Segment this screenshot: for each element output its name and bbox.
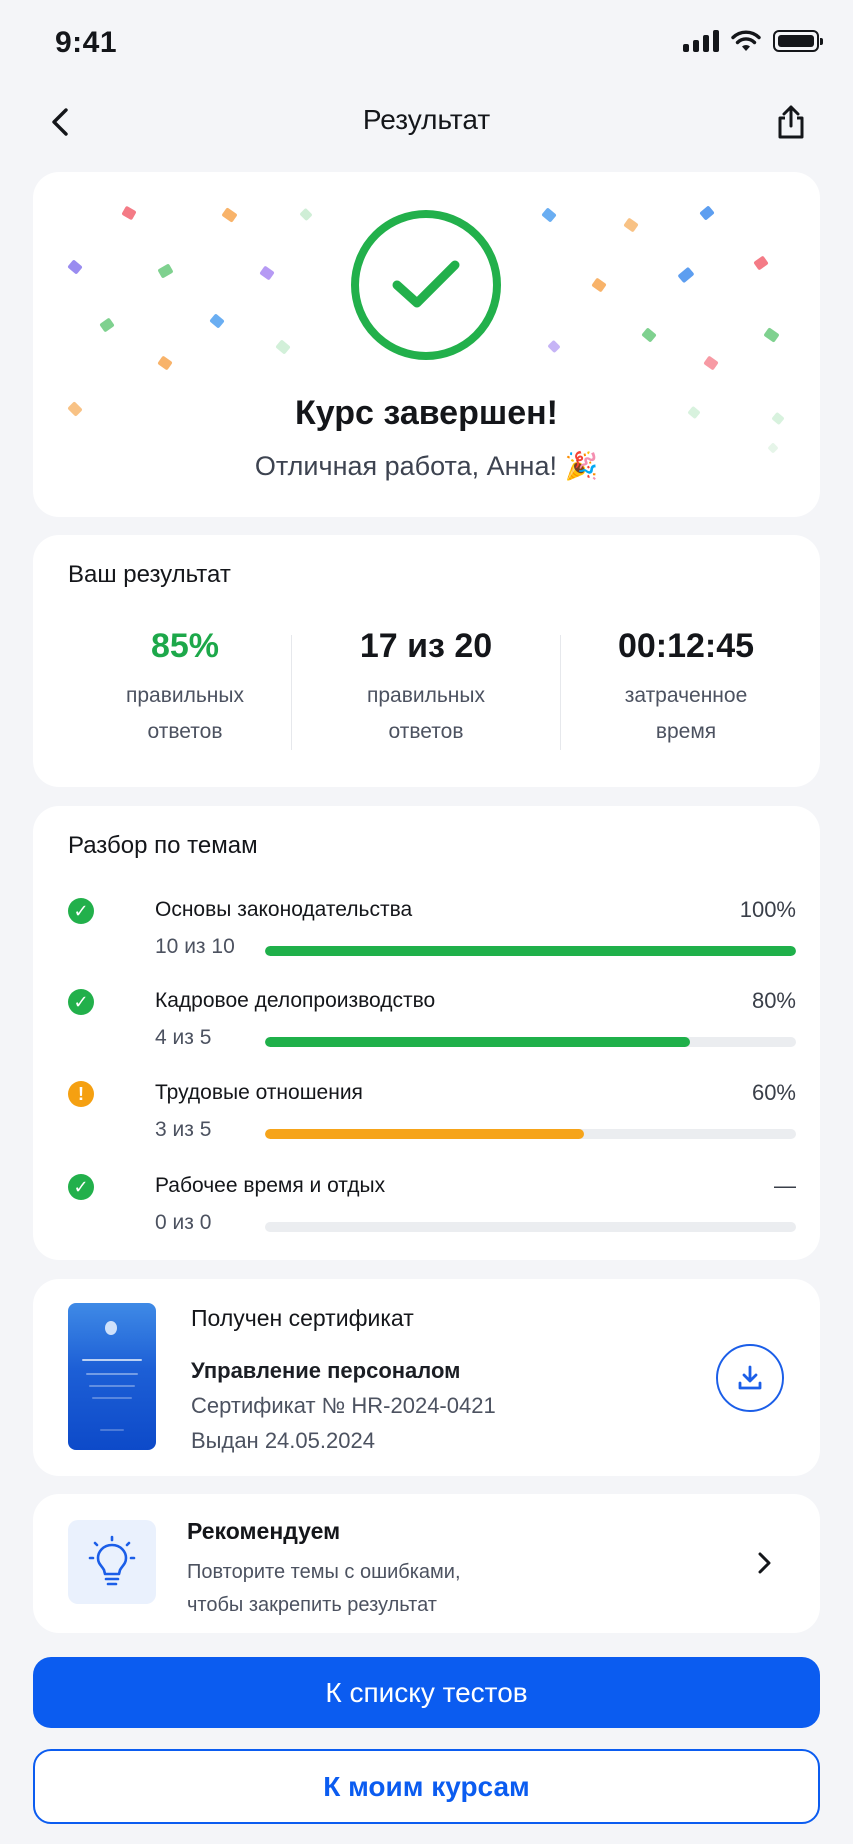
topic-percent: 80% [751,988,796,1013]
wifi-icon [731,30,761,51]
topic-status-icon: ✓ [68,989,94,1015]
topic-count: 4 из 5 [155,1026,212,1049]
topic-row: ! Трудовые отношения 60% 3 из 5 [68,1077,796,1157]
page-title: Результат [362,104,491,135]
stat-divider [291,635,292,750]
completion-card: Курс завершен! Отличная работа, Анна! 🎉 [33,172,820,517]
recommendation-card[interactable]: Рекомендуем Повторите темы с ошибками, ч… [33,1494,820,1633]
topic-count: 0 из 0 [155,1211,212,1234]
share-button[interactable] [769,100,813,144]
topic-progress-fill [265,946,796,956]
topic-progress-bar [265,1129,796,1139]
status-bar: 9:41 [0,0,853,90]
recommendation-title: Рекомендуем [187,1518,341,1544]
stat-label-line: время [655,720,717,743]
topic-name: Основы законодательства [155,898,413,921]
topic-row: ✓ Кадровое делопроизводство 80% 4 из 5 [68,985,796,1065]
cellular-signal-icon [683,30,719,52]
topics-breakdown-card: Разбор по темам ✓ Основы законодательств… [33,806,820,1260]
stat-correct-percent: 85% правильных ответов [55,627,315,750]
stat-correct-count: 17 из 20 правильных ответов [296,627,556,750]
topic-count: 10 из 10 [155,935,235,958]
status-time: 9:41 [55,26,118,59]
topic-name: Рабочее время и отдых [155,1174,386,1197]
stat-label-line: правильных [125,684,244,707]
to-my-courses-button[interactable]: К моим курсам [33,1749,820,1824]
navigation-bar: Результат [0,90,853,154]
battery-icon [773,30,823,52]
topic-percent: 60% [751,1080,796,1105]
certificate-number: Сертификат № HR-2024-0421 [191,1393,496,1418]
certificate-thumbnail [68,1303,156,1450]
topic-progress-bar [265,1222,796,1232]
topic-status-icon: ✓ [68,1174,94,1200]
topic-percent: — [774,1173,796,1198]
topic-progress-bar [265,1037,796,1047]
result-card: Ваш результат 85% правильных ответов 17 … [33,535,820,787]
topic-percent: 100% [739,897,796,922]
certificate-issue-date: Выдан 24.05.2024 [191,1428,375,1453]
to-tests-list-button[interactable]: К списку тестов [33,1657,820,1728]
stat-label-line: ответов [388,720,464,743]
stat-value: 17 из 20 [359,627,493,665]
download-certificate-button[interactable] [716,1344,784,1412]
completion-subtitle: Отличная работа, Анна! 🎉 [254,451,599,481]
topics-title: Разбор по темам [68,832,258,859]
topic-progress-bar [265,946,796,956]
topic-name: Кадровое делопроизводство [155,989,436,1012]
share-icon [778,105,804,139]
topic-progress-fill [265,1037,690,1047]
stat-label: правильных ответов [55,678,315,750]
stat-label: затраченное время [556,678,816,750]
certificate-card: Получен сертификат Управление персоналом… [33,1279,820,1476]
certificate-heading: Получен сертификат [191,1305,414,1331]
result-title: Ваш результат [68,561,231,588]
stat-value: 00:12:45 [617,627,755,665]
success-check-icon [351,210,501,360]
topic-status-icon: ✓ [68,898,94,924]
certificate-course-name: Управление персоналом [191,1358,461,1383]
chevron-right-icon [752,1548,776,1578]
topic-progress-fill [265,1129,584,1139]
recommendation-text: Повторите темы с ошибками, чтобы закрепи… [187,1561,461,1616]
lightbulb-icon [68,1520,156,1604]
stat-label-line: правильных [366,684,485,707]
download-icon [738,1365,762,1390]
stat-label: правильных ответов [296,678,556,750]
stat-value: 85% [150,627,220,665]
topic-row: ✓ Основы законодательства 100% 10 из 10 [68,894,796,974]
topic-row: ✓ Рабочее время и отдых — 0 из 0 [68,1170,796,1250]
stat-time-spent: 00:12:45 затраченное время [556,627,816,750]
stat-label-line: затраченное [624,684,748,707]
completion-title: Курс завершен! [295,394,558,432]
topic-status-icon: ! [68,1081,94,1107]
stat-label-line: ответов [147,720,223,743]
topic-name: Трудовые отношения [155,1081,363,1104]
topic-count: 3 из 5 [155,1118,212,1141]
status-icons [683,30,823,52]
